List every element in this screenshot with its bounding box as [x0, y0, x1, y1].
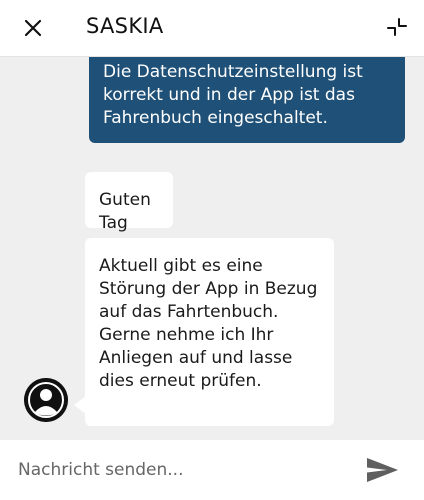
- agent-message: Guten Tag: [85, 172, 173, 233]
- agent-avatar: [24, 378, 68, 422]
- page-title: SASKIA: [86, 14, 164, 38]
- message-input[interactable]: [18, 453, 338, 487]
- close-icon: [24, 19, 42, 37]
- minimize-icon: [387, 18, 407, 36]
- close-button[interactable]: [18, 13, 48, 43]
- minimize-button[interactable]: [382, 13, 412, 43]
- chat-area[interactable]: Die Datenschutzeinstellung ist korrekt u…: [0, 57, 424, 440]
- send-button[interactable]: [362, 453, 402, 487]
- person-icon: [24, 378, 68, 422]
- bubble-tail: [74, 396, 86, 414]
- user-message: Die Datenschutzeinstellung ist korrekt u…: [89, 57, 405, 143]
- agent-message: Aktuell gibt es eine Störung der App in …: [85, 238, 334, 426]
- chat-header: SASKIA: [0, 0, 424, 57]
- send-icon: [367, 458, 398, 482]
- message-composer: [0, 440, 424, 500]
